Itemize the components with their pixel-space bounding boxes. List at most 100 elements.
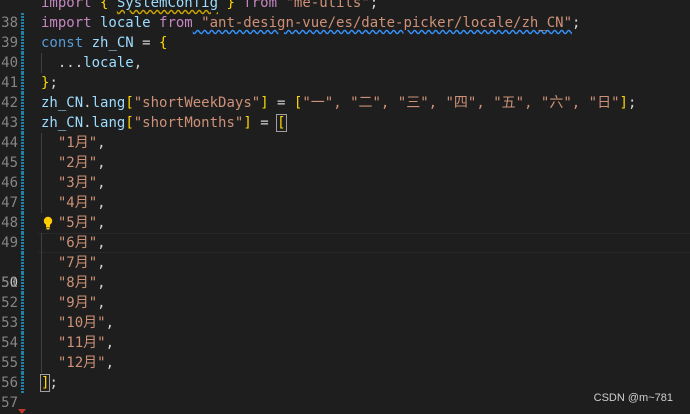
code-text: const zh_CN = {: [41, 33, 167, 53]
semicolon: ;: [49, 375, 58, 391]
code-line[interactable]: 56 "12月",: [0, 353, 690, 391]
code-text: "10月",: [41, 313, 114, 333]
comma: ,: [105, 315, 115, 331]
modified-gutter-bar: [21, 333, 24, 353]
code-text: "11月",: [41, 333, 114, 353]
code-line[interactable]: 49 "5月",: [0, 213, 690, 251]
code-line[interactable]: 39 import locale from "ant-design-vue/es…: [0, 13, 690, 51]
keyword-from: from: [159, 15, 193, 31]
editor-lines: 38 import { SystemConfig } from "me-util…: [0, 0, 690, 413]
code-line[interactable]: 54 "10月",: [0, 313, 690, 351]
operator: =: [142, 35, 160, 51]
identifier: locale: [91, 15, 160, 31]
string-literal: "me-utils": [277, 0, 370, 11]
modified-gutter-bar: [21, 33, 24, 53]
property: lang: [91, 95, 126, 111]
code-line[interactable]: 38 import { SystemConfig } from "me-util…: [0, 0, 690, 31]
comma: ,: [97, 175, 106, 191]
identifier: zh_CN: [41, 95, 84, 111]
comma: ,: [105, 355, 115, 371]
comma: ,: [97, 275, 106, 291]
code-line[interactable]: 41 ...locale,: [0, 53, 690, 91]
code-line[interactable]: 45 "1月",: [0, 133, 690, 171]
brace-close: }: [218, 0, 244, 11]
code-line[interactable]: 48 "4月",: [0, 193, 690, 231]
modified-gutter-bar: [21, 13, 24, 33]
code-text: "8月",: [41, 273, 106, 293]
modified-gutter-bar: [21, 233, 24, 253]
code-text: };: [41, 73, 58, 93]
code-line[interactable]: 58: [0, 393, 690, 413]
month-string: "10月": [57, 315, 106, 331]
code-line[interactable]: 57 ];: [0, 373, 690, 411]
comma: ,: [97, 235, 106, 251]
code-text: ...locale,: [41, 53, 142, 73]
modified-gutter-bar: [21, 53, 24, 73]
month-string: "11月": [57, 335, 106, 351]
code-text: import { SystemConfig } from "me-utils";: [41, 0, 378, 13]
brace-open: {: [159, 35, 168, 51]
deleted-line-marker-icon: [18, 409, 26, 414]
modified-gutter-bar: [21, 253, 24, 273]
code-line[interactable]: 46 "2月",: [0, 153, 690, 191]
array-bracket-close: ]: [619, 95, 628, 111]
modified-gutter-bar: [21, 313, 24, 333]
semicolon: ;: [572, 15, 581, 31]
keyword-import: import: [41, 15, 92, 31]
code-text: "9月",: [41, 293, 106, 313]
code-text: "3月",: [41, 173, 106, 193]
array-items: "一", "二", "三", "四", "五", "六", "日": [302, 95, 620, 111]
month-string: "4月": [57, 195, 98, 211]
code-line[interactable]: 47 "3月",: [0, 173, 690, 211]
modified-gutter-bar: [21, 113, 24, 133]
keyword-import: import: [41, 0, 92, 11]
comma: ,: [97, 215, 106, 231]
modified-gutter-bar: [21, 293, 24, 313]
comma: ,: [133, 55, 143, 71]
comma: ,: [105, 335, 115, 351]
dot: .: [83, 95, 92, 111]
code-line[interactable]: 40 const zh_CN = {: [0, 33, 690, 71]
operator: =: [268, 95, 294, 111]
identifier: locale: [83, 55, 134, 71]
month-string: "7月": [57, 255, 98, 271]
comma: ,: [97, 195, 106, 211]
month-string: "12月": [57, 355, 106, 371]
modified-gutter-bar: [21, 353, 24, 373]
code-line[interactable]: 42 };: [0, 73, 690, 111]
code-line[interactable]: 44 zh_CN.lang["shortMonths"] = [: [0, 113, 690, 151]
semicolon: ;: [369, 0, 379, 11]
identifier: SystemConfig: [116, 0, 219, 11]
code-text: "1月",: [41, 133, 106, 153]
identifier: zh_CN: [83, 35, 143, 51]
string-literal: "shortMonths": [133, 115, 244, 131]
bracket-open: [: [125, 95, 134, 111]
code-text: import locale from "ant-design-vue/es/da…: [41, 13, 580, 33]
bracket-close: ]: [243, 115, 252, 131]
code-editor[interactable]: 38 import { SystemConfig } from "me-util…: [0, 0, 690, 414]
comma: ,: [97, 255, 106, 271]
code-text: "7月",: [41, 253, 106, 273]
code-text: "5月",: [41, 213, 106, 233]
matched-bracket-open: [: [276, 114, 287, 132]
month-string: "2月": [57, 155, 98, 171]
month-string: "1月": [57, 135, 98, 151]
code-text: "6月",: [41, 233, 106, 253]
modified-gutter-bar: [21, 153, 24, 173]
code-line[interactable]: 55 "11月",: [0, 333, 690, 371]
month-string: "6月": [57, 235, 98, 251]
brace-open: {: [91, 0, 117, 11]
semicolon: ;: [627, 95, 637, 111]
code-line[interactable]: 52 "8月",: [0, 273, 690, 311]
modified-gutter-bar: [21, 273, 24, 293]
code-line[interactable]: 53 "9月",: [0, 293, 690, 331]
string-literal: "ant-design-vue/es/date-picker/locale/zh…: [192, 15, 573, 31]
code-line[interactable]: 51 "7月",: [0, 253, 690, 291]
code-line-active[interactable]: 50 "6月",: [0, 233, 690, 291]
code-text: ];: [39, 373, 58, 393]
comma: ,: [97, 295, 106, 311]
code-line[interactable]: 43 zh_CN.lang["shortWeekDays"] = ["一", "…: [0, 93, 690, 131]
code-text: "2月",: [41, 153, 106, 173]
modified-gutter-bar: [21, 373, 24, 393]
